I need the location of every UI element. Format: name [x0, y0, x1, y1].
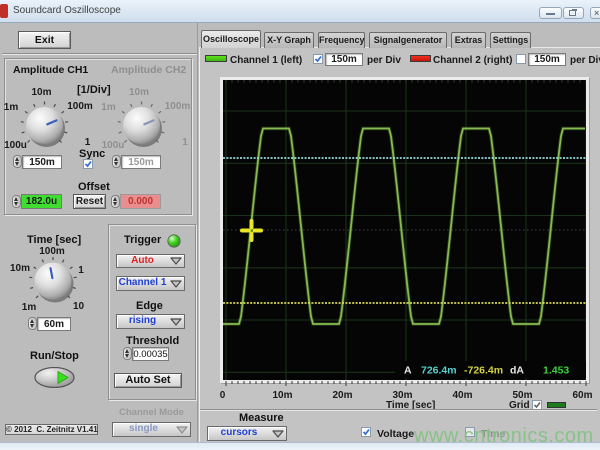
svg-text:A: A: [404, 365, 412, 377]
svg-text:dA: dA: [510, 365, 524, 377]
svg-text:-726.4m: -726.4m: [464, 365, 503, 377]
svg-text:1.453: 1.453: [543, 365, 569, 377]
svg-text:726.4m: 726.4m: [421, 365, 457, 377]
